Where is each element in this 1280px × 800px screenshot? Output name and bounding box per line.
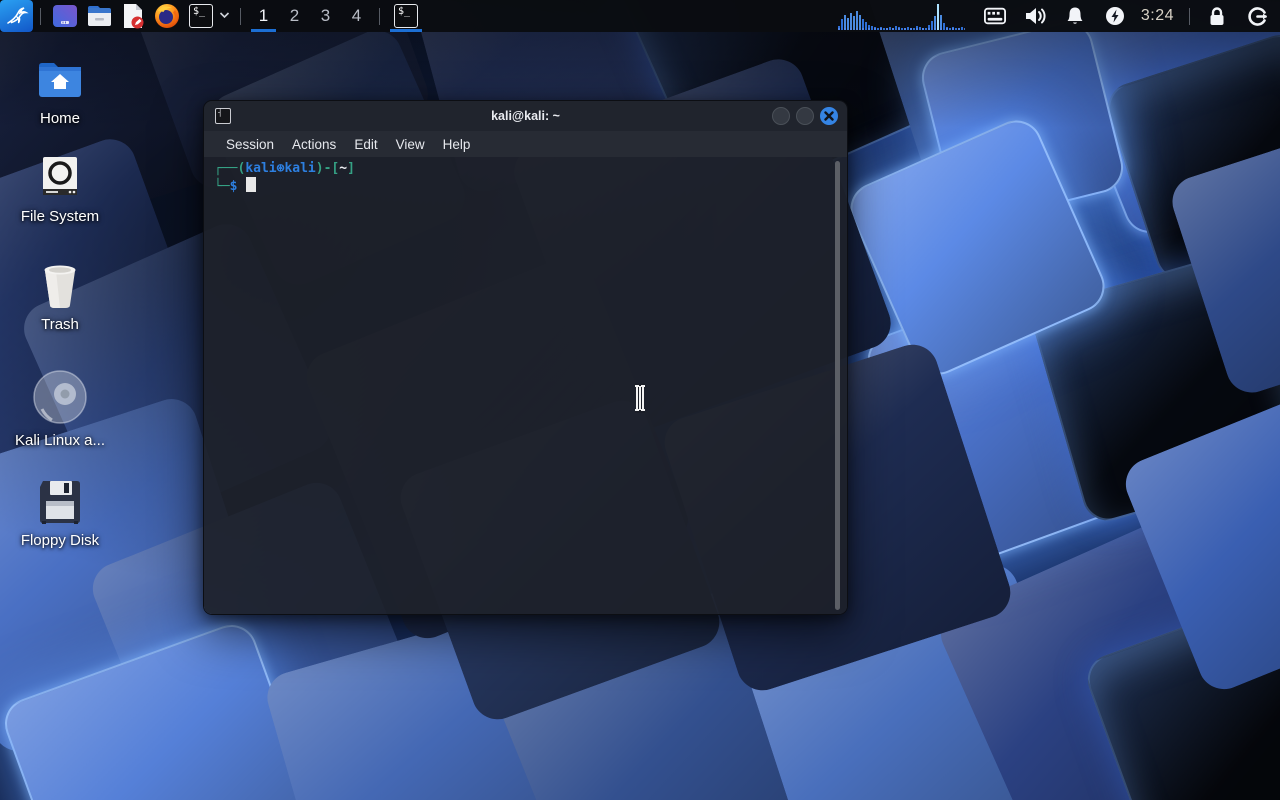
volume-icon[interactable]: [1024, 5, 1046, 27]
dashboard-icon: [53, 5, 77, 27]
menu-edit[interactable]: Edit: [345, 134, 386, 155]
logout-icon[interactable]: [1246, 5, 1268, 27]
terminal-menubar: Session Actions Edit View Help: [204, 131, 847, 157]
launcher-firefox[interactable]: [152, 1, 182, 31]
menu-help[interactable]: Help: [434, 134, 480, 155]
terminal-cursor: [246, 177, 257, 192]
prompt-line-2: └─$: [214, 177, 847, 195]
firefox-icon: [155, 4, 179, 28]
power-manager-icon[interactable]: [1104, 5, 1126, 27]
desktop-icon-kali-linux-cd[interactable]: Kali Linux a...: [8, 368, 112, 449]
minimize-button[interactable]: [772, 107, 790, 125]
desktop-icon-floppy-disk[interactable]: Floppy Disk: [8, 478, 112, 549]
desktop-icon-label: Kali Linux a...: [14, 432, 106, 449]
close-button[interactable]: [820, 107, 838, 125]
workspace-1[interactable]: 1: [248, 0, 279, 32]
menu-actions[interactable]: Actions: [283, 134, 345, 155]
document-edit-icon: [124, 3, 144, 28]
optical-disc-icon: [32, 368, 88, 426]
workspace-2[interactable]: 2: [279, 0, 310, 32]
window-title: kali@kali: ~: [491, 109, 560, 123]
desktop-icon-label: Trash: [41, 316, 79, 333]
prompt-line-1: ┌──(kali⊛kali)-[~]: [214, 161, 355, 176]
launcher-terminal[interactable]: $_: [186, 1, 216, 31]
terminal-output-area[interactable]: ┌──(kali⊛kali)-[~] └─$: [204, 157, 847, 614]
chevron-down-icon[interactable]: [219, 10, 230, 22]
close-icon: [824, 111, 834, 121]
menu-view[interactable]: View: [387, 134, 434, 155]
terminal-icon: $_: [189, 4, 213, 28]
desktop-icon-label: Home: [39, 110, 80, 127]
menu-session[interactable]: Session: [217, 134, 283, 155]
panel-separator: [40, 7, 41, 25]
panel-separator: [1189, 7, 1190, 25]
panel-separator: [379, 7, 380, 25]
window-titlebar[interactable]: ┤ kali@kali: ~: [204, 101, 847, 131]
floppy-disk-icon: [38, 478, 82, 526]
system-load-graph[interactable]: [837, 2, 965, 30]
desktop-icon-label: File System: [20, 208, 100, 225]
maximize-button[interactable]: [796, 107, 814, 125]
terminal-window: ┤ kali@kali: ~ Session Actions Edit View…: [203, 100, 848, 615]
desktop-icon-trash[interactable]: Trash: [8, 262, 112, 333]
folder-icon: [87, 6, 111, 26]
desktop-icon-home[interactable]: Home: [8, 56, 112, 127]
launcher-file-manager[interactable]: [84, 1, 114, 31]
kali-menu-button[interactable]: [0, 0, 33, 32]
desktop-icon-label: Floppy Disk: [20, 532, 100, 549]
desktop-icon-file-system[interactable]: File System: [8, 154, 112, 225]
terminal-icon: $_: [394, 4, 418, 28]
notification-bell-icon[interactable]: [1064, 5, 1086, 27]
panel-separator: [240, 7, 241, 25]
launcher-xfdashboard[interactable]: [50, 1, 80, 31]
trash-bin-icon: [39, 262, 81, 310]
launcher-text-editor[interactable]: [118, 1, 148, 31]
clock[interactable]: 3:24: [1141, 7, 1174, 25]
workspace-3[interactable]: 3: [310, 0, 341, 32]
terminal-scrollbar[interactable]: [835, 161, 840, 610]
kali-dragon-icon: [6, 7, 29, 24]
workspace-4[interactable]: 4: [341, 0, 372, 32]
lock-screen-icon[interactable]: [1206, 5, 1228, 27]
top-panel: $_ 1 2 3 4 $_ 3:24: [0, 0, 1280, 32]
hard-drive-icon: [39, 154, 81, 202]
home-folder-icon: [37, 56, 83, 104]
taskbar-terminal-window[interactable]: $_: [387, 0, 425, 32]
keyboard-layout-icon[interactable]: [983, 5, 1006, 27]
